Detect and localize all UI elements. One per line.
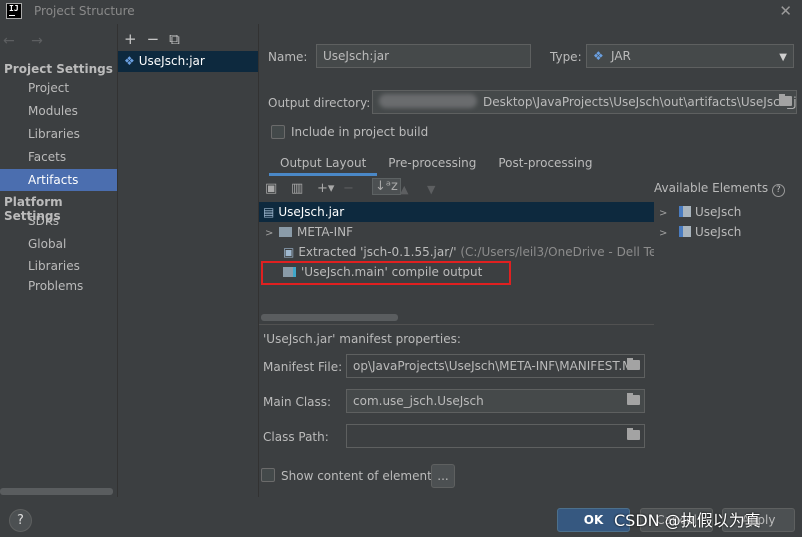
tree-row[interactable]: ▣ Extracted 'jsch-0.1.55.jar/' (C:/Users/… xyxy=(259,242,654,262)
jar-file-icon: ▤ xyxy=(263,205,275,219)
type-select[interactable]: ❖ JAR ▼ xyxy=(586,44,794,68)
output-directory-field[interactable]: Desktop\JavaProjects\UseJsch\out\artifac… xyxy=(372,90,797,114)
remove-element-icon[interactable]: − xyxy=(343,181,354,196)
output-directory-value: Desktop\JavaProjects\UseJsch\out\artifac… xyxy=(483,95,797,109)
name-label: Name: xyxy=(268,50,308,64)
close-icon[interactable]: ✕ xyxy=(779,2,792,20)
jar-icon: ❖ xyxy=(124,54,135,68)
nav-item-facets[interactable]: Facets xyxy=(0,146,117,168)
nav-item-libraries[interactable]: Libraries xyxy=(0,123,117,145)
browse-folder-icon[interactable] xyxy=(779,94,792,106)
nav-item-project[interactable]: Project xyxy=(0,77,117,99)
browse-folder-icon[interactable] xyxy=(627,428,640,440)
manifest-file-field[interactable]: op\JavaProjects\UseJsch\META-INF\MANIFES… xyxy=(346,354,645,378)
title-bar: IJ Project Structure ✕ xyxy=(0,0,802,24)
include-in-build-checkbox[interactable] xyxy=(271,125,285,139)
tree-row-label: Extracted 'jsch-0.1.55.jar/' xyxy=(298,245,457,259)
class-path-label: Class Path: xyxy=(263,430,329,444)
tab-pre-processing[interactable]: Pre-processing xyxy=(377,152,487,176)
available-elements-title: Available Elements ? xyxy=(654,181,785,197)
annotation-highlight-box xyxy=(261,261,511,285)
tab-post-processing[interactable]: Post-processing xyxy=(487,152,603,176)
manifest-file-label: Manifest File: xyxy=(263,360,343,374)
tab-output-layout[interactable]: Output Layout xyxy=(269,152,378,176)
name-field[interactable]: UseJsch:jar xyxy=(316,44,531,68)
nav-item-modules[interactable]: Modules xyxy=(0,100,117,122)
window-title: Project Structure xyxy=(34,4,135,18)
sort-az-icon[interactable]: ↓ᵃz xyxy=(372,178,401,195)
extracted-jar-icon: ▣ xyxy=(283,245,295,259)
main-class-label: Main Class: xyxy=(263,395,332,409)
move-up-icon[interactable]: ▲ xyxy=(400,183,408,196)
help-button[interactable]: ? xyxy=(9,509,32,532)
artifact-item-label: UseJsch:jar xyxy=(138,54,205,68)
main-class-field[interactable]: com.use_jsch.UseJsch xyxy=(346,389,645,413)
remove-icon[interactable]: − xyxy=(147,30,160,48)
manifest-heading: 'UseJsch.jar' manifest properties: xyxy=(263,332,461,346)
output-directory-label: Output directory: xyxy=(268,96,371,110)
nav-item-sdks[interactable]: SDKs xyxy=(0,210,117,232)
expand-arrow-icon[interactable]: > xyxy=(659,228,673,239)
main-class-value: com.use_jsch.UseJsch xyxy=(353,394,484,408)
include-in-build-label: Include in project build xyxy=(291,125,429,139)
browse-class-icon[interactable] xyxy=(627,393,640,405)
folder-icon xyxy=(279,227,292,237)
available-item[interactable]: > UseJsch xyxy=(659,205,741,219)
settings-nav: ← → Project Settings Project Modules Lib… xyxy=(0,24,118,497)
artifacts-list-panel: + − ⧉ ❖ UseJsch:jar xyxy=(118,24,259,497)
add-icon[interactable]: + xyxy=(124,30,137,48)
artifact-editor: Name: UseJsch:jar Type: ❖ JAR ▼ Output d… xyxy=(259,24,802,497)
available-item[interactable]: > UseJsch xyxy=(659,225,741,239)
project-settings-heading: Project Settings xyxy=(4,62,113,76)
new-directory-icon[interactable]: ▣ xyxy=(265,181,277,196)
class-path-field[interactable] xyxy=(346,424,645,448)
nav-item-artifacts[interactable]: Artifacts xyxy=(0,169,117,191)
browse-folder-icon[interactable] xyxy=(627,358,640,370)
add-copy-icon[interactable]: +▾ xyxy=(317,181,334,196)
manifest-file-value: op\JavaProjects\UseJsch\META-INF\MANIFES… xyxy=(353,359,640,373)
show-content-checkbox[interactable] xyxy=(261,468,275,482)
nav-item-problems[interactable]: Problems xyxy=(0,275,117,297)
divider xyxy=(259,324,654,325)
expand-arrow-icon[interactable]: > xyxy=(265,224,279,244)
nav-item-global-libraries[interactable]: Global Libraries xyxy=(0,233,117,273)
redacted-path xyxy=(379,94,477,108)
artifact-tabs: Output Layout Pre-processing Post-proces… xyxy=(269,152,603,176)
module-icon xyxy=(679,226,691,237)
type-label: Type: xyxy=(550,50,582,64)
type-value: JAR xyxy=(611,49,631,63)
tree-row[interactable]: ▤ UseJsch.jar xyxy=(259,202,654,222)
expand-arrow-icon[interactable]: > xyxy=(659,208,673,219)
layout-toolbar: ▣ ▥ +▾ − ↓ᵃz ▲ ▼ xyxy=(259,177,654,203)
archive-icon[interactable]: ▥ xyxy=(291,181,303,196)
artifacts-toolbar: + − ⧉ xyxy=(124,30,180,48)
nav-scrollbar[interactable] xyxy=(0,488,113,495)
tree-row-label: UseJsch.jar xyxy=(278,205,345,219)
available-item-label: UseJsch xyxy=(695,205,742,219)
tree-row-detail: (C:/Users/leil3/OneDrive - Dell Technolo… xyxy=(460,245,654,259)
module-icon xyxy=(679,206,691,217)
artifact-item[interactable]: ❖ UseJsch:jar xyxy=(118,51,258,72)
chevron-down-icon: ▼ xyxy=(779,52,787,63)
show-content-options-button[interactable]: ... xyxy=(431,464,455,488)
csdn-watermark: CSDN @执假以为真 xyxy=(614,511,761,530)
available-item-label: UseJsch xyxy=(695,225,742,239)
tree-horizontal-scrollbar[interactable] xyxy=(261,314,398,321)
back-forward-icon[interactable]: ← → xyxy=(3,33,49,49)
help-icon[interactable]: ? xyxy=(771,184,785,197)
tree-row-label: META-INF xyxy=(297,225,354,239)
intellij-logo-icon: IJ xyxy=(6,3,22,19)
tree-row[interactable]: > META-INF xyxy=(259,222,654,242)
copy-icon[interactable]: ⧉ xyxy=(169,30,180,48)
move-down-icon[interactable]: ▼ xyxy=(427,183,435,196)
show-content-label: Show content of elements xyxy=(281,469,439,483)
jar-icon: ❖ xyxy=(593,49,604,63)
